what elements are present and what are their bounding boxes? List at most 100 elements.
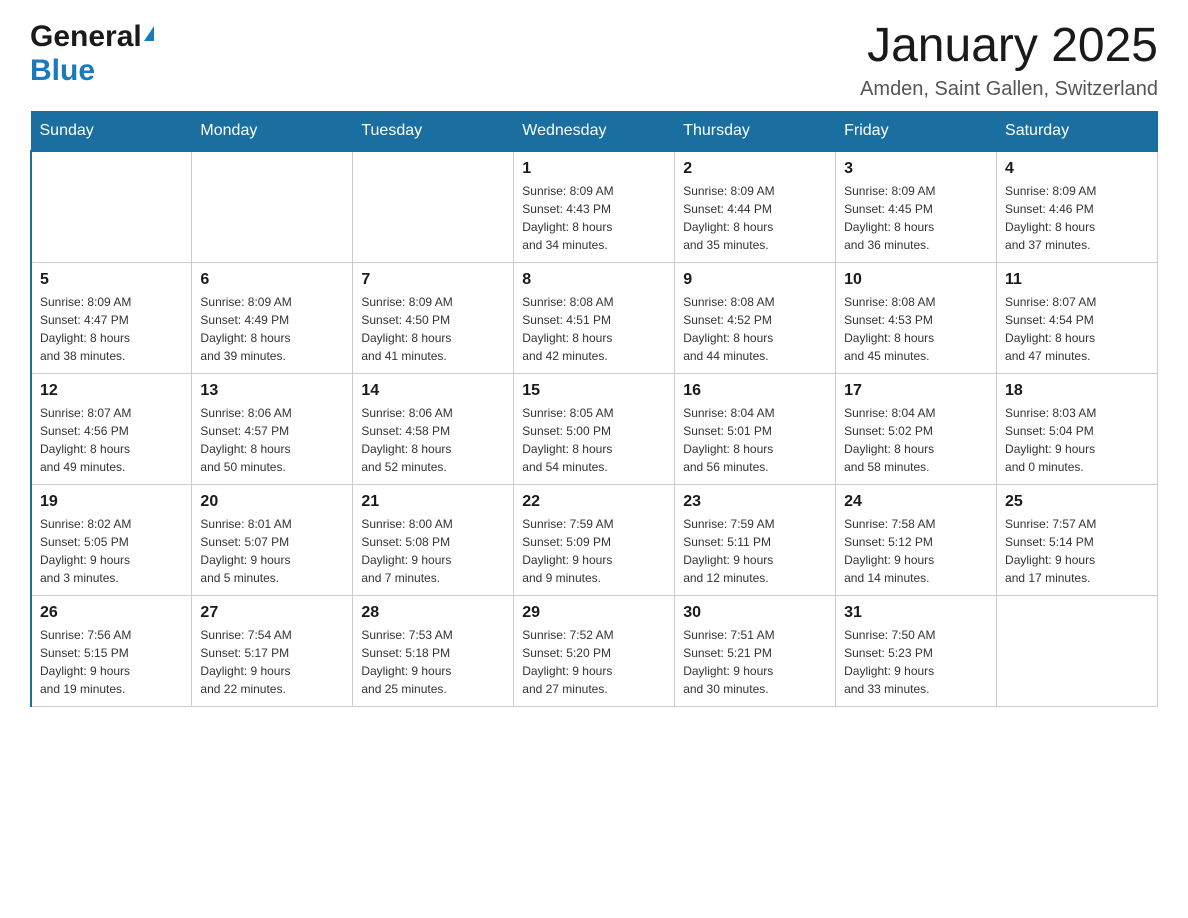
calendar-cell: [192, 151, 353, 263]
logo-general-text: General: [30, 20, 142, 54]
day-number: 10: [844, 271, 988, 289]
day-info: Sunrise: 7:58 AM Sunset: 5:12 PM Dayligh…: [844, 515, 988, 587]
day-info: Sunrise: 8:08 AM Sunset: 4:53 PM Dayligh…: [844, 293, 988, 365]
calendar-cell: 22 Sunrise: 7:59 AM Sunset: 5:09 PM Dayli…: [514, 484, 675, 595]
calendar-cell: 8 Sunrise: 8:08 AM Sunset: 4:51 PM Daylig…: [514, 262, 675, 373]
calendar-cell: 29Sunrise: 7:52 AM Sunset: 5:20 PM Dayli…: [514, 595, 675, 706]
calendar-table: SundayMondayTuesdayWednesdayThursdayFrid…: [30, 111, 1158, 707]
day-number: 17: [844, 382, 988, 400]
day-info: Sunrise: 8:04 AM Sunset: 5:01 PM Dayligh…: [683, 404, 827, 476]
calendar-cell: 4 Sunrise: 8:09 AM Sunset: 4:46 PM Daylig…: [997, 151, 1158, 263]
header-cell-wednesday: Wednesday: [514, 111, 675, 151]
calendar-cell: 6 Sunrise: 8:09 AM Sunset: 4:49 PM Daylig…: [192, 262, 353, 373]
day-number: 28: [361, 604, 505, 622]
day-info: Sunrise: 8:02 AM Sunset: 5:05 PM Dayligh…: [40, 515, 183, 587]
calendar-cell: 23 Sunrise: 7:59 AM Sunset: 5:11 PM Dayli…: [675, 484, 836, 595]
page-header: General Blue January 2025 Amden, Saint G…: [30, 20, 1158, 101]
calendar-cell: 13 Sunrise: 8:06 AM Sunset: 4:57 PM Dayli…: [192, 373, 353, 484]
calendar-cell: 30Sunrise: 7:51 AM Sunset: 5:21 PM Dayli…: [675, 595, 836, 706]
day-number: 1: [522, 160, 666, 178]
calendar-week-5: 26Sunrise: 7:56 AM Sunset: 5:15 PM Dayli…: [31, 595, 1158, 706]
header-cell-friday: Friday: [836, 111, 997, 151]
calendar-cell: 20Sunrise: 8:01 AM Sunset: 5:07 PM Dayli…: [192, 484, 353, 595]
calendar-cell: 26Sunrise: 7:56 AM Sunset: 5:15 PM Dayli…: [31, 595, 192, 706]
day-number: 24: [844, 493, 988, 511]
calendar-header: SundayMondayTuesdayWednesdayThursdayFrid…: [31, 111, 1158, 151]
day-info: Sunrise: 8:09 AM Sunset: 4:50 PM Dayligh…: [361, 293, 505, 365]
day-info: Sunrise: 7:59 AM Sunset: 5:11 PM Dayligh…: [683, 515, 827, 587]
calendar-cell: 28 Sunrise: 7:53 AM Sunset: 5:18 PM Dayli…: [353, 595, 514, 706]
calendar-week-3: 12 Sunrise: 8:07 AM Sunset: 4:56 PM Dayli…: [31, 373, 1158, 484]
calendar-cell: [997, 595, 1158, 706]
day-info: Sunrise: 7:53 AM Sunset: 5:18 PM Dayligh…: [361, 626, 505, 698]
calendar-cell: 18 Sunrise: 8:03 AM Sunset: 5:04 PM Dayli…: [997, 373, 1158, 484]
calendar-week-2: 5 Sunrise: 8:09 AM Sunset: 4:47 PM Daylig…: [31, 262, 1158, 373]
day-info: Sunrise: 8:08 AM Sunset: 4:51 PM Dayligh…: [522, 293, 666, 365]
header-cell-monday: Monday: [192, 111, 353, 151]
day-number: 25: [1005, 493, 1149, 511]
day-info: Sunrise: 8:03 AM Sunset: 5:04 PM Dayligh…: [1005, 404, 1149, 476]
day-info: Sunrise: 7:54 AM Sunset: 5:17 PM Dayligh…: [200, 626, 344, 698]
day-number: 23: [683, 493, 827, 511]
day-number: 22: [522, 493, 666, 511]
day-number: 15: [522, 382, 666, 400]
subtitle: Amden, Saint Gallen, Switzerland: [860, 78, 1158, 101]
calendar-cell: 21 Sunrise: 8:00 AM Sunset: 5:08 PM Dayli…: [353, 484, 514, 595]
header-cell-tuesday: Tuesday: [353, 111, 514, 151]
day-info: Sunrise: 8:06 AM Sunset: 4:57 PM Dayligh…: [200, 404, 344, 476]
calendar-cell: 11 Sunrise: 8:07 AM Sunset: 4:54 PM Dayli…: [997, 262, 1158, 373]
day-number: 12: [40, 382, 183, 400]
title-section: January 2025 Amden, Saint Gallen, Switze…: [860, 20, 1158, 101]
day-number: 6: [200, 271, 344, 289]
logo-arrow-icon: [144, 26, 154, 41]
day-number: 11: [1005, 271, 1149, 289]
calendar-cell: 5 Sunrise: 8:09 AM Sunset: 4:47 PM Daylig…: [31, 262, 192, 373]
day-info: Sunrise: 8:00 AM Sunset: 5:08 PM Dayligh…: [361, 515, 505, 587]
day-info: Sunrise: 8:09 AM Sunset: 4:46 PM Dayligh…: [1005, 182, 1149, 254]
day-number: 26: [40, 604, 183, 622]
calendar-cell: 16 Sunrise: 8:04 AM Sunset: 5:01 PM Dayli…: [675, 373, 836, 484]
day-number: 16: [683, 382, 827, 400]
day-info: Sunrise: 8:07 AM Sunset: 4:54 PM Dayligh…: [1005, 293, 1149, 365]
day-number: 3: [844, 160, 988, 178]
calendar-cell: 27 Sunrise: 7:54 AM Sunset: 5:17 PM Dayli…: [192, 595, 353, 706]
day-number: 21: [361, 493, 505, 511]
day-info: Sunrise: 8:09 AM Sunset: 4:45 PM Dayligh…: [844, 182, 988, 254]
calendar-week-1: 1 Sunrise: 8:09 AM Sunset: 4:43 PM Daylig…: [31, 151, 1158, 263]
day-number: 4: [1005, 160, 1149, 178]
day-info: Sunrise: 8:09 AM Sunset: 4:47 PM Dayligh…: [40, 293, 183, 365]
calendar-cell: 14Sunrise: 8:06 AM Sunset: 4:58 PM Dayli…: [353, 373, 514, 484]
day-number: 13: [200, 382, 344, 400]
day-info: Sunrise: 8:08 AM Sunset: 4:52 PM Dayligh…: [683, 293, 827, 365]
day-info: Sunrise: 8:09 AM Sunset: 4:49 PM Dayligh…: [200, 293, 344, 365]
day-number: 14: [361, 382, 505, 400]
calendar-cell: 24 Sunrise: 7:58 AM Sunset: 5:12 PM Dayli…: [836, 484, 997, 595]
day-info: Sunrise: 8:09 AM Sunset: 4:43 PM Dayligh…: [522, 182, 666, 254]
day-number: 7: [361, 271, 505, 289]
calendar-cell: 7 Sunrise: 8:09 AM Sunset: 4:50 PM Daylig…: [353, 262, 514, 373]
day-info: Sunrise: 7:59 AM Sunset: 5:09 PM Dayligh…: [522, 515, 666, 587]
day-info: Sunrise: 8:01 AM Sunset: 5:07 PM Dayligh…: [200, 515, 344, 587]
day-info: Sunrise: 8:07 AM Sunset: 4:56 PM Dayligh…: [40, 404, 183, 476]
calendar-cell: [31, 151, 192, 263]
page-title: January 2025: [860, 20, 1158, 73]
day-number: 27: [200, 604, 344, 622]
day-number: 31: [844, 604, 988, 622]
day-number: 5: [40, 271, 183, 289]
day-number: 18: [1005, 382, 1149, 400]
logo: General Blue: [30, 20, 154, 88]
calendar-cell: 25Sunrise: 7:57 AM Sunset: 5:14 PM Dayli…: [997, 484, 1158, 595]
calendar-week-4: 19Sunrise: 8:02 AM Sunset: 5:05 PM Dayli…: [31, 484, 1158, 595]
calendar-cell: 3 Sunrise: 8:09 AM Sunset: 4:45 PM Daylig…: [836, 151, 997, 263]
day-number: 8: [522, 271, 666, 289]
calendar-cell: 17 Sunrise: 8:04 AM Sunset: 5:02 PM Dayli…: [836, 373, 997, 484]
calendar-cell: 10 Sunrise: 8:08 AM Sunset: 4:53 PM Dayli…: [836, 262, 997, 373]
calendar-cell: 31Sunrise: 7:50 AM Sunset: 5:23 PM Dayli…: [836, 595, 997, 706]
day-info: Sunrise: 8:05 AM Sunset: 5:00 PM Dayligh…: [522, 404, 666, 476]
header-row: SundayMondayTuesdayWednesdayThursdayFrid…: [31, 111, 1158, 151]
calendar-cell: 15 Sunrise: 8:05 AM Sunset: 5:00 PM Dayli…: [514, 373, 675, 484]
day-number: 30: [683, 604, 827, 622]
day-number: 2: [683, 160, 827, 178]
day-info: Sunrise: 8:04 AM Sunset: 5:02 PM Dayligh…: [844, 404, 988, 476]
header-cell-saturday: Saturday: [997, 111, 1158, 151]
